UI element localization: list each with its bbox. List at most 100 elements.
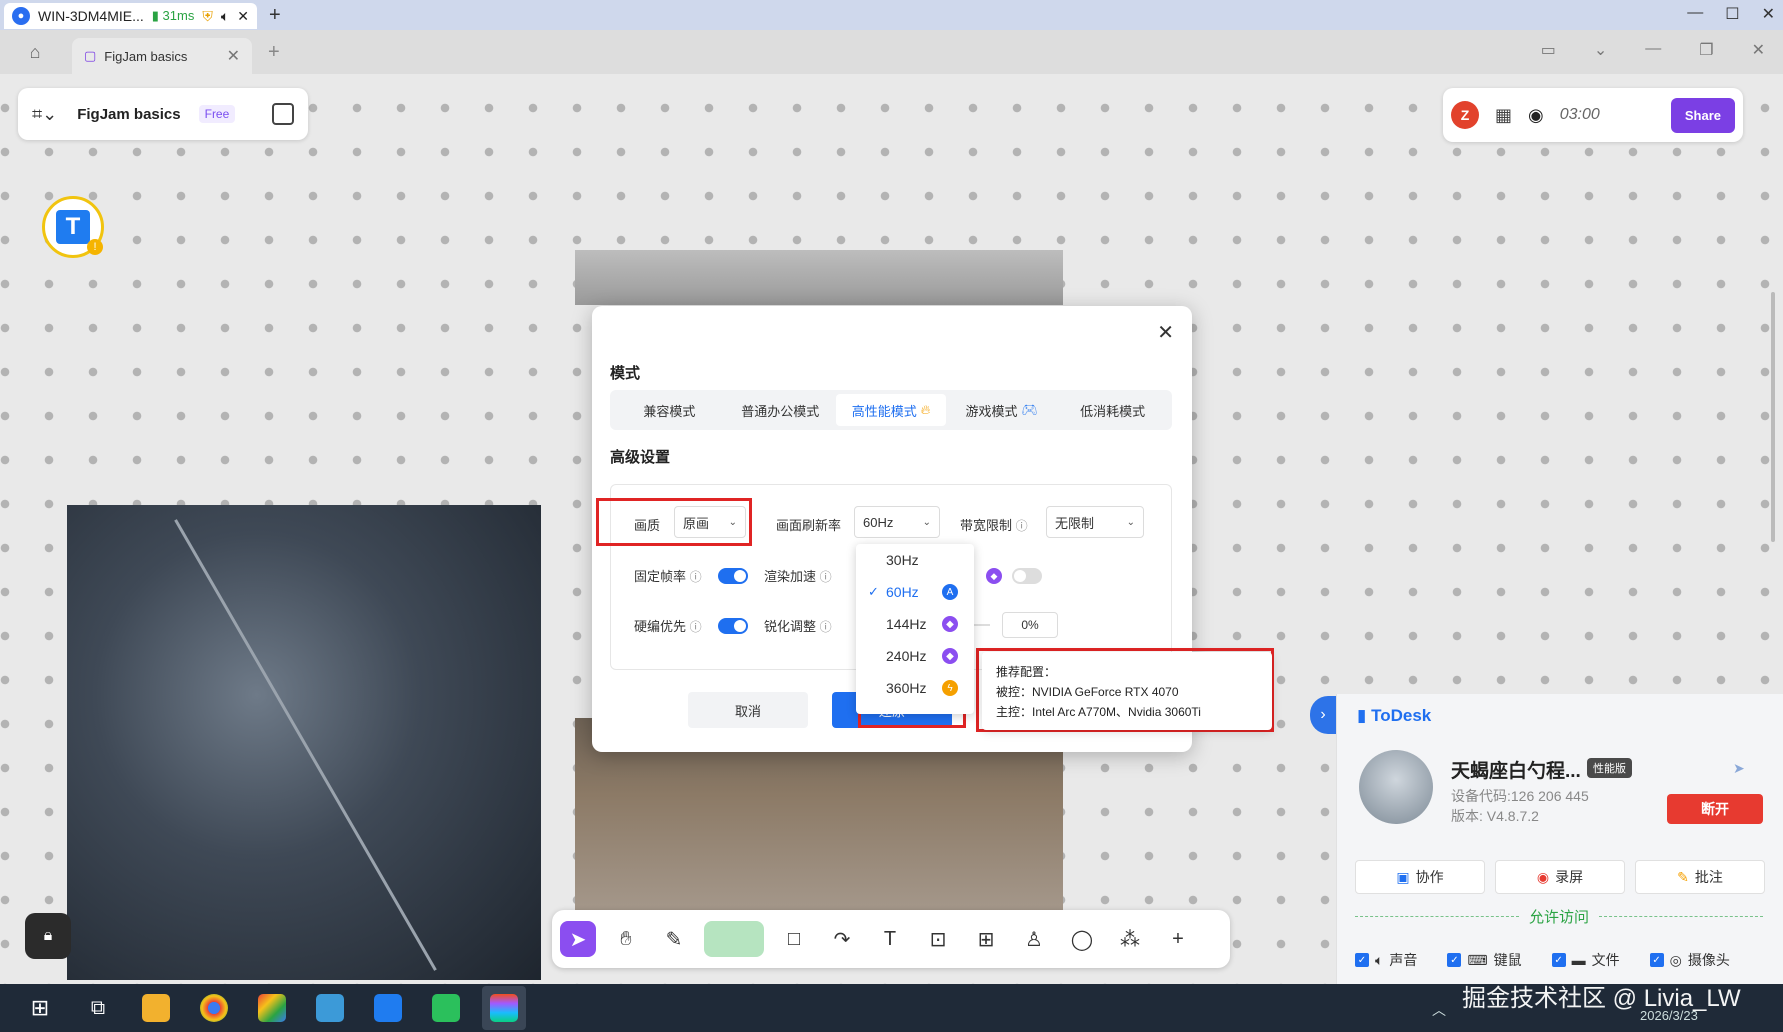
close-tab-icon[interactable]: ✕ — [227, 46, 240, 66]
hand-tool-icon[interactable]: ✋︎ — [608, 921, 644, 957]
option-60hz[interactable]: ✓ 60Hz A — [856, 576, 974, 608]
home-icon[interactable]: ⌂ — [20, 37, 50, 67]
performance-badge-icon: A — [942, 584, 958, 600]
text-tool-icon[interactable]: T — [872, 921, 908, 957]
minimize-icon[interactable]: — — [1645, 40, 1661, 60]
canvas-scrollbar[interactable] — [1771, 292, 1775, 542]
pin-icon[interactable]: ➤ — [1733, 760, 1745, 777]
info-icon[interactable]: ⓘ — [820, 570, 832, 584]
tab-title: FigJam basics — [104, 48, 188, 64]
more-tools-icon[interactable]: + — [1160, 921, 1196, 957]
chrome-icon[interactable] — [192, 986, 236, 1030]
select-tool-icon[interactable]: ➤ — [560, 921, 596, 957]
tab-office-mode[interactable]: 普通办公模式 — [725, 394, 836, 426]
rocket-icon: 🔥︎ — [920, 402, 931, 417]
connector-tool-icon[interactable]: ↷ — [824, 921, 860, 957]
permission-files[interactable]: ✓ ▬ 文件 — [1551, 950, 1620, 970]
comment-tool-icon[interactable]: ◯ — [1064, 921, 1100, 957]
close-window-icon[interactable]: ✕ — [1762, 4, 1775, 24]
option-30hz[interactable]: 30Hz — [856, 544, 974, 576]
info-icon[interactable]: ⓘ — [690, 570, 702, 584]
close-icon[interactable]: ✕ — [1157, 320, 1174, 345]
file-title[interactable]: FigJam basics — [77, 106, 180, 123]
fixed-fps-label: 固定帧率 ⓘ — [634, 569, 702, 584]
remote-desktop-icon[interactable] — [308, 986, 352, 1030]
canvas-photo-top[interactable] — [575, 250, 1063, 305]
permission-input[interactable]: ✓ ⌨ 键鼠 — [1447, 950, 1522, 970]
chevron-down-icon: ⌄ — [922, 516, 931, 528]
todesk-logo-icon: T — [56, 210, 90, 244]
canvas-leaf-image[interactable] — [67, 505, 541, 980]
chevron-right-icon[interactable]: › — [1310, 696, 1336, 734]
game-feature-toggle[interactable] — [1012, 568, 1042, 584]
close-icon[interactable]: ✕ — [1752, 40, 1765, 60]
marker-tool-icon[interactable]: ✎ — [656, 921, 692, 957]
new-tab-icon[interactable]: + — [268, 41, 280, 64]
annotate-button[interactable]: ✎ 批注 — [1635, 860, 1765, 894]
todesk-panel: ▮ ToDesk 天蝎座白勺程... 性能版 ➤ 设备代码:126 206 44… — [1336, 694, 1783, 984]
permission-camera[interactable]: ✓ ◎ 摄像头 — [1649, 950, 1730, 970]
windows-start-icon[interactable]: ⊞ — [18, 986, 62, 1030]
figma-menu-icon[interactable]: ⌗⌄ — [32, 104, 57, 125]
pip-icon[interactable]: ▭ — [1541, 40, 1556, 60]
highlight-quality-box — [596, 498, 752, 546]
wechat-icon[interactable] — [424, 986, 468, 1030]
widgets-tool-icon[interactable]: ⁂ — [1112, 921, 1148, 957]
close-icon[interactable]: ✕ — [237, 8, 249, 25]
file-explorer-icon[interactable] — [134, 986, 178, 1030]
shape-tool-icon[interactable]: □ — [776, 921, 812, 957]
section-tool-icon[interactable]: ⊡ — [920, 921, 956, 957]
minimize-icon[interactable]: — — [1687, 4, 1703, 24]
task-view-icon[interactable]: ⧉ — [76, 986, 120, 1030]
sharpen-value[interactable]: 0% — [1002, 612, 1058, 638]
info-icon[interactable]: ⓘ — [820, 620, 832, 634]
photos-app-icon[interactable] — [250, 986, 294, 1030]
disconnect-button[interactable]: 断开 — [1667, 794, 1763, 824]
tab-performance-mode[interactable]: 高性能模式 🔥︎ — [835, 394, 947, 426]
tab-low-power-mode[interactable]: 低消耗模式 — [1057, 394, 1168, 426]
browser-tab-figjam[interactable]: ▢ FigJam basics ✕ — [72, 38, 252, 74]
info-icon[interactable]: ⓘ — [690, 620, 702, 634]
record-button[interactable]: ◉ 录屏 — [1495, 860, 1625, 894]
option-144hz[interactable]: 144Hz ◆ — [856, 608, 974, 640]
perf-badge: 性能版 — [1587, 758, 1632, 778]
todesk-floating-badge[interactable]: T ! — [42, 196, 104, 258]
maximize-icon[interactable]: ☐ — [1725, 4, 1739, 24]
timer-icon[interactable]: ◉ — [1528, 105, 1544, 126]
collaborate-button[interactable]: ▣ 协作 — [1355, 860, 1485, 894]
remote-session-tab[interactable]: ● WIN-3DM4MIE... ▮ 31ms ⛨ 🔈︎ ✕ — [4, 3, 257, 29]
table-tool-icon[interactable]: ⊞ — [968, 921, 1004, 957]
share-button[interactable]: Share — [1670, 97, 1735, 133]
chevron-up-icon[interactable]: ︿ — [1432, 1000, 1446, 1020]
bandwidth-label: 带宽限制 ⓘ — [960, 518, 1028, 533]
option-240hz[interactable]: 240Hz ◆ — [856, 640, 974, 672]
pen-icon: ✎ — [1677, 868, 1689, 885]
layout-icon[interactable]: ▦ — [1495, 105, 1512, 126]
sticky-note-tool-icon[interactable] — [704, 921, 764, 957]
pages-icon[interactable] — [272, 103, 294, 125]
timer-readout[interactable]: 03:00 — [1560, 106, 1600, 124]
new-session-icon[interactable]: + — [269, 4, 281, 27]
avatar[interactable]: Z — [1451, 101, 1479, 129]
restore-icon[interactable]: ❐ — [1699, 40, 1713, 60]
chevron-down-icon[interactable]: ⌄ — [1594, 40, 1607, 60]
todesk-app-icon[interactable] — [366, 986, 410, 1030]
info-icon[interactable]: ⓘ — [1016, 519, 1028, 533]
refresh-rate-select[interactable]: 60Hz ⌄ — [854, 506, 940, 538]
hw-encode-toggle[interactable] — [718, 618, 748, 634]
stamp-tool-icon[interactable]: ♙ — [1016, 921, 1052, 957]
cancel-button[interactable]: 取消 — [688, 692, 808, 728]
permission-sound[interactable]: ✓ 🔈︎ 声音 — [1355, 950, 1417, 970]
figma-app-icon[interactable] — [482, 986, 526, 1030]
option-360hz[interactable]: 360Hz ϟ — [856, 672, 974, 704]
speaker-icon[interactable]: 🔈︎ — [221, 8, 229, 25]
fixed-fps-toggle[interactable] — [718, 568, 748, 584]
tooltip-controlled: 被控：NVIDIA GeForce RTX 4070 — [996, 685, 1179, 699]
chevron-down-icon: ⌄ — [1126, 516, 1135, 528]
tab-game-mode[interactable]: 游戏模式 🎮︎ — [946, 394, 1057, 426]
bandwidth-select[interactable]: 无限制 ⌄ — [1046, 506, 1144, 538]
tab-compat-mode[interactable]: 兼容模式 — [614, 394, 725, 426]
action-buttons: ▣ 协作 ◉ 录屏 ✎ 批注 — [1355, 860, 1765, 894]
lock-icon[interactable]: 🔒︎ — [25, 913, 71, 959]
todesk-brand: ▮ ToDesk — [1357, 706, 1432, 725]
